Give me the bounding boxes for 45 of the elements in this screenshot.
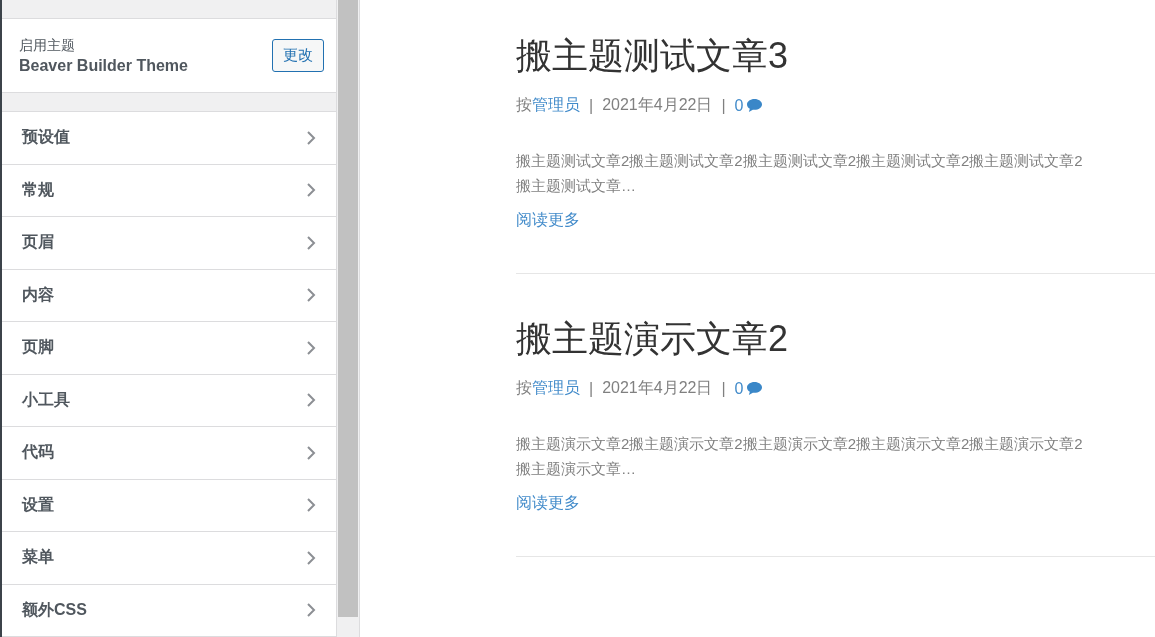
chevron-right-icon <box>306 602 316 619</box>
comments-link[interactable]: 0 <box>734 379 763 398</box>
meta-prefix: 按 <box>516 378 532 398</box>
chevron-right-icon <box>306 287 316 304</box>
menu-item[interactable]: 页脚 <box>2 322 336 375</box>
menu-item[interactable]: 页眉 <box>2 217 336 270</box>
author-link[interactable]: 管理员 <box>532 95 580 116</box>
post-date: 2021年4月22日 <box>602 378 713 398</box>
meta-separator: | <box>721 379 726 398</box>
post-title[interactable]: 搬主题演示文章2 <box>516 314 1155 364</box>
comments-link[interactable]: 0 <box>734 96 763 115</box>
post-title[interactable]: 搬主题测试文章3 <box>516 31 1155 81</box>
speech-bubble-icon <box>745 98 763 113</box>
meta-separator: | <box>721 96 726 115</box>
chevron-right-icon <box>306 182 316 199</box>
chevron-right-icon <box>306 497 316 514</box>
scrollbar-thumb[interactable] <box>338 0 358 617</box>
theme-name: Beaver Builder Theme <box>19 56 188 75</box>
post-excerpt: 搬主题演示文章2搬主题演示文章2搬主题演示文章2搬主题演示文章2搬主题演示文章2搬主题演示文章… <box>516 434 1084 479</box>
menu-item[interactable]: 预设值 <box>2 112 336 165</box>
menu-item[interactable]: 菜单 <box>2 532 336 585</box>
chevron-right-icon <box>306 392 316 409</box>
meta-separator: | <box>589 379 594 398</box>
meta-prefix: 按 <box>516 95 532 115</box>
theme-label: 启用主题 <box>19 36 76 55</box>
chevron-right-icon <box>306 234 316 251</box>
menu-item[interactable]: 代码 <box>2 427 336 480</box>
chevron-right-icon <box>306 129 316 146</box>
menu-item[interactable]: 内容 <box>2 269 336 322</box>
menu-item[interactable]: 设置 <box>2 479 336 532</box>
speech-bubble-icon <box>745 381 763 396</box>
menu-item[interactable]: 常规 <box>2 164 336 217</box>
chevron-right-icon <box>306 549 316 566</box>
menu-item[interactable]: 小工具 <box>2 374 336 427</box>
read-more-link[interactable]: 阅读更多 <box>516 210 580 231</box>
post-excerpt: 搬主题测试文章2搬主题测试文章2搬主题测试文章2搬主题测试文章2搬主题测试文章2搬主题测试文章… <box>516 151 1084 196</box>
change-button[interactable]: 更改 <box>272 39 324 72</box>
chevron-right-icon <box>306 339 316 356</box>
chevron-right-icon <box>306 444 316 461</box>
meta-separator: | <box>589 96 594 115</box>
menu-item[interactable]: 额外CSS <box>2 584 336 637</box>
author-link[interactable]: 管理员 <box>532 378 580 399</box>
scrollbar[interactable] <box>337 0 360 637</box>
post-date: 2021年4月22日 <box>602 95 713 115</box>
read-more-link[interactable]: 阅读更多 <box>516 493 580 514</box>
